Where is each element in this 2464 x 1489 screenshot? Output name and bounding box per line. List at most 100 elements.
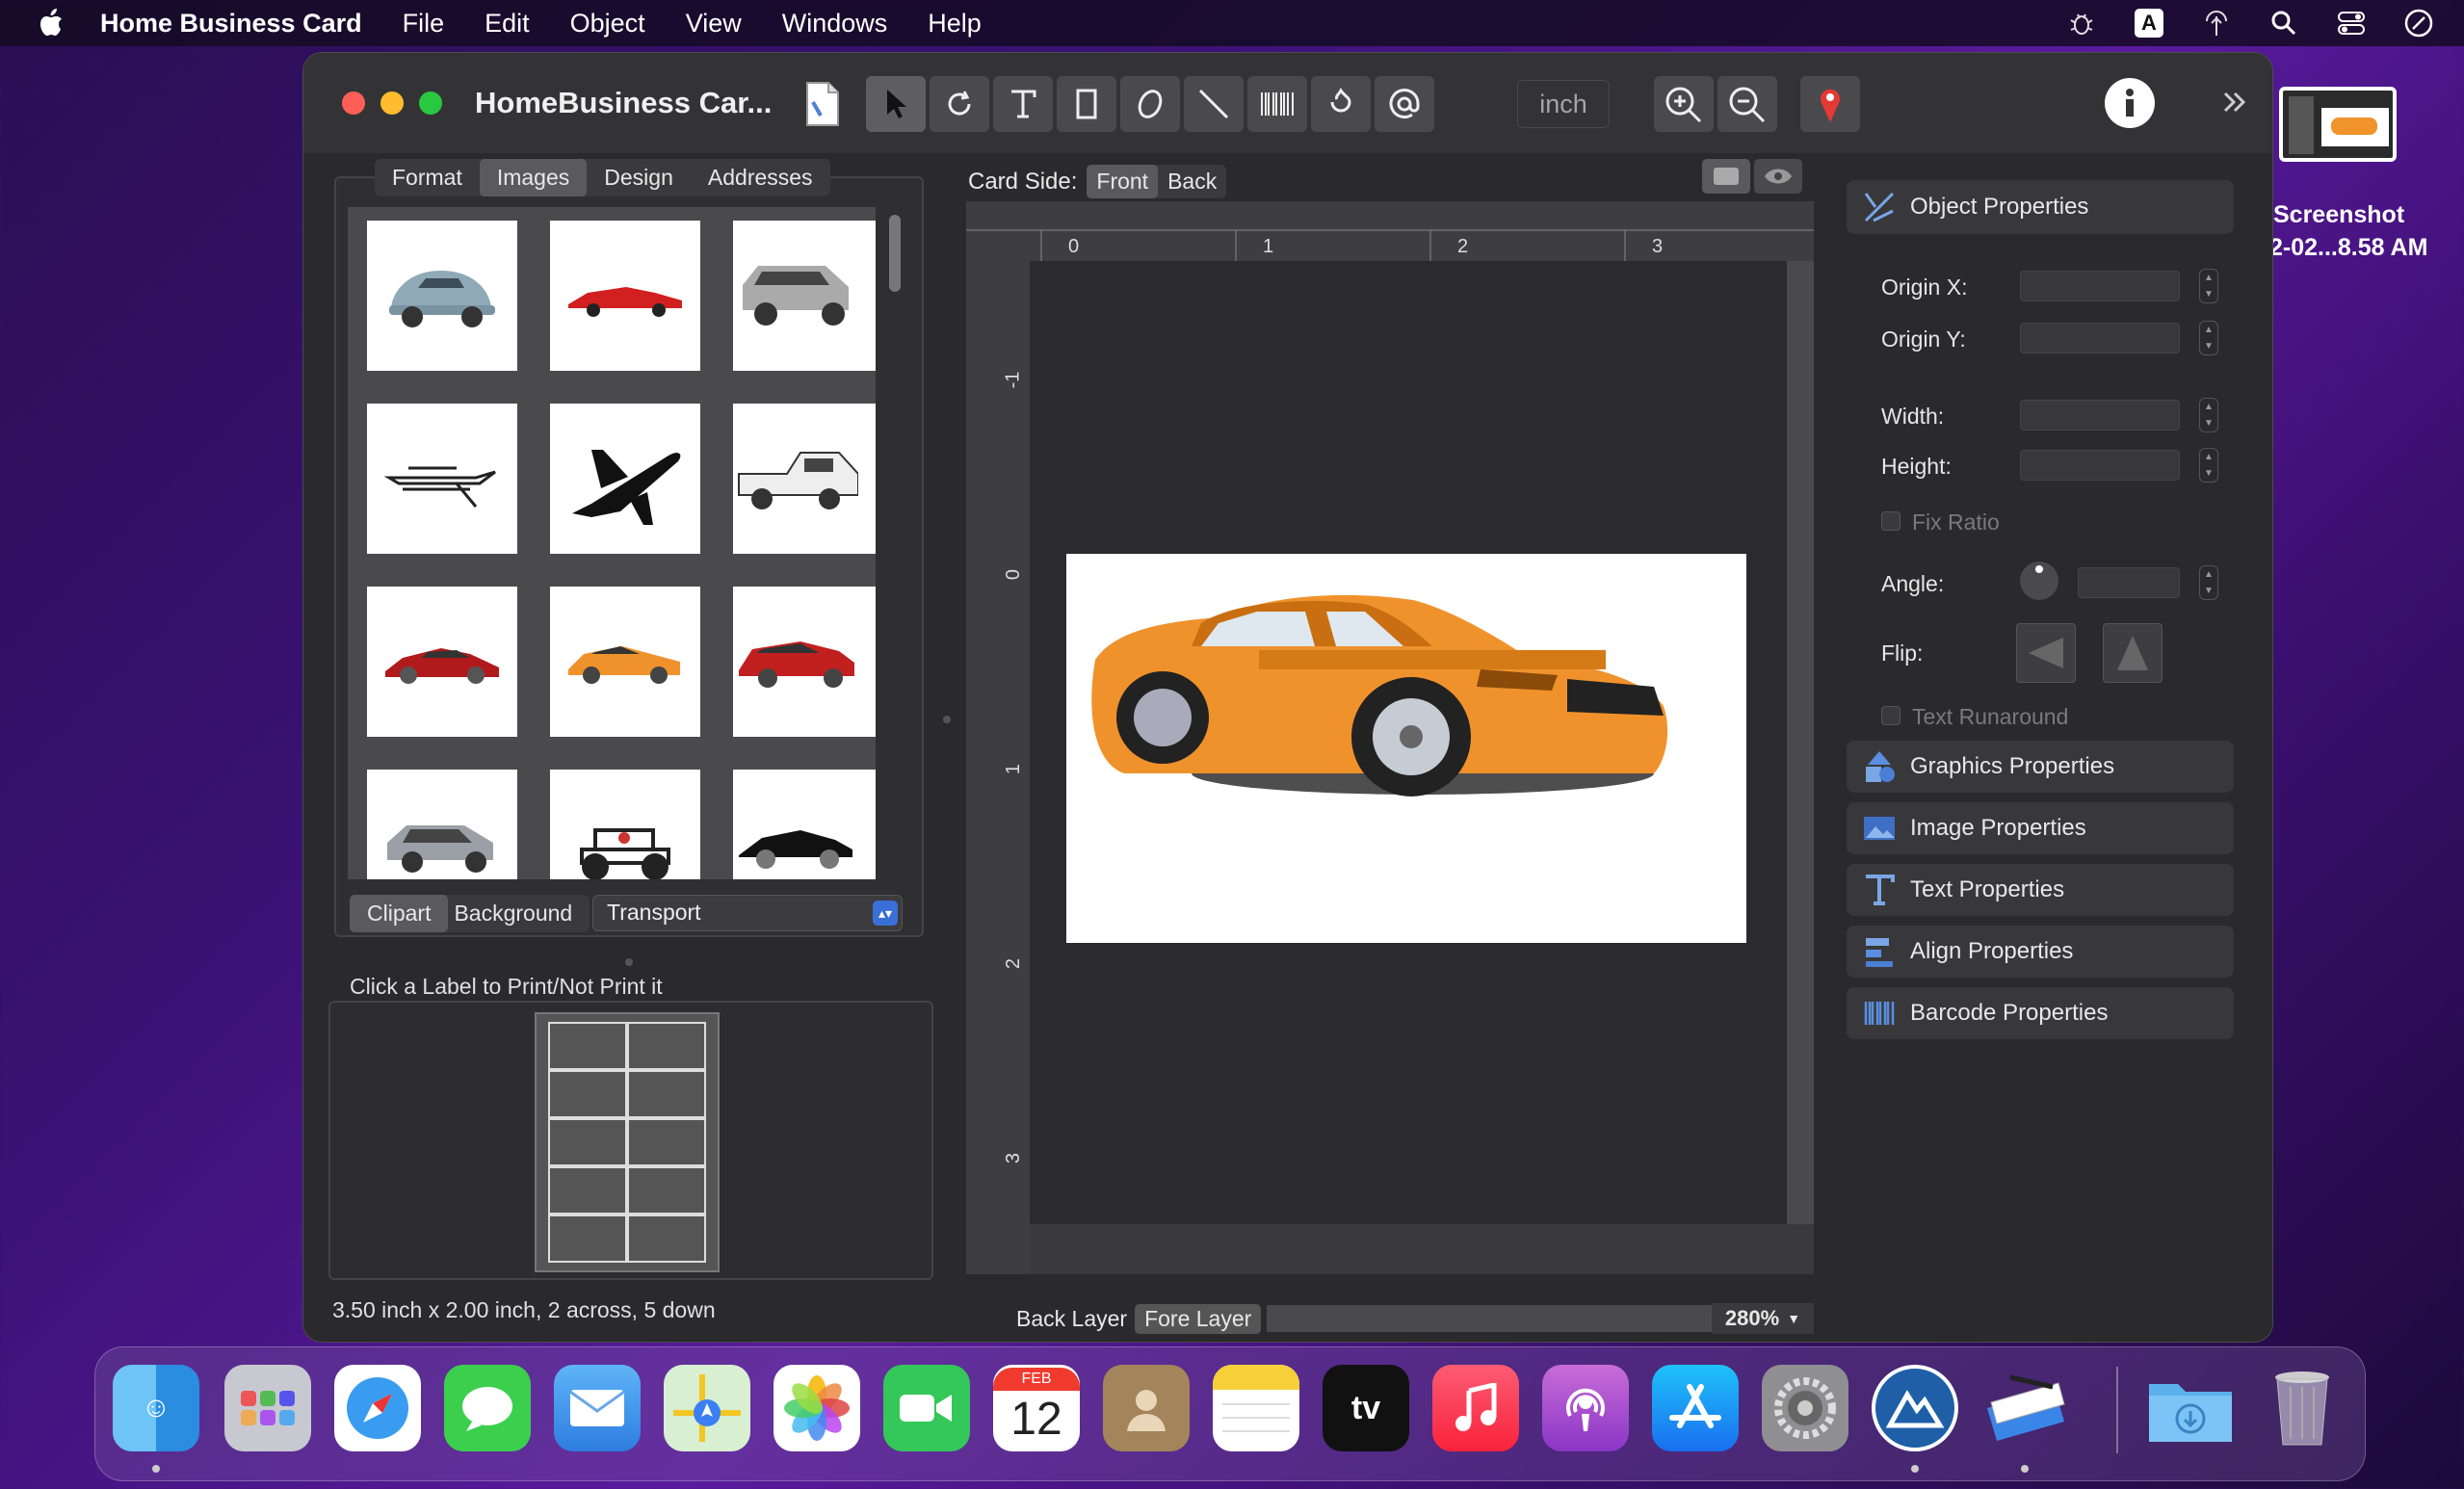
tab-fore-layer[interactable]: Fore Layer (1135, 1303, 1262, 1334)
zoom-out-button[interactable] (1717, 76, 1777, 132)
menu-file[interactable]: File (403, 9, 445, 39)
thumbnail-red-ferrari[interactable] (367, 587, 517, 737)
panel-splitter-handle[interactable] (625, 958, 633, 966)
fill-tool[interactable] (1311, 76, 1371, 132)
safari-icon[interactable] (334, 1365, 421, 1451)
thumbnail-silver-bmw-suv[interactable] (367, 770, 517, 879)
notes-icon[interactable] (1213, 1365, 1299, 1451)
music-icon[interactable] (1432, 1365, 1519, 1451)
facetime-icon[interactable] (883, 1365, 970, 1451)
calendar-icon[interactable]: FEB 12 (993, 1365, 1080, 1451)
angle-dial[interactable] (2020, 562, 2058, 600)
tab-clipart[interactable]: Clipart (350, 895, 449, 932)
origin-x-stepper[interactable]: ▲ ▼ (2199, 269, 2218, 303)
rotate-tool[interactable] (930, 76, 989, 132)
origin-y-stepper[interactable]: ▲ ▼ (2199, 321, 2218, 355)
flip-horizontal-button[interactable] (2016, 623, 2076, 683)
label-cell[interactable] (627, 1118, 706, 1166)
desktop-screenshot-thumbnail[interactable] (2279, 87, 2397, 162)
orange-mustang-image[interactable] (1066, 554, 1746, 943)
clipart-scrollbar[interactable] (889, 215, 901, 292)
height-stepper[interactable]: ▲ ▼ (2199, 448, 2218, 483)
new-document-button[interactable] (793, 76, 852, 132)
label-cell[interactable] (548, 1118, 627, 1166)
keyboard-input-icon[interactable]: A (2133, 7, 2165, 39)
zoom-select[interactable]: 280% ▼ (1712, 1303, 1814, 1334)
downloads-folder-icon[interactable] (2147, 1365, 2234, 1451)
system-preferences-icon[interactable] (1762, 1365, 1848, 1451)
altair-icon[interactable] (1872, 1365, 1958, 1451)
image-properties-header[interactable]: Image Properties (1847, 802, 2234, 854)
zoom-button[interactable] (419, 91, 442, 115)
minimize-button[interactable] (380, 91, 404, 115)
business-card[interactable] (1066, 554, 1746, 943)
label-cell[interactable] (548, 1166, 627, 1215)
canvas-splitter-handle[interactable] (943, 716, 951, 723)
thumbnail-black-porsche[interactable] (733, 770, 876, 879)
flip-vertical-button[interactable] (2103, 623, 2163, 683)
tab-back-layer[interactable]: Back Layer (1009, 1304, 1135, 1334)
angle-field[interactable] (2078, 567, 2180, 598)
select-tool[interactable] (866, 76, 926, 132)
menu-windows[interactable]: Windows (782, 9, 888, 39)
label-cell[interactable] (548, 1070, 627, 1118)
height-field[interactable] (2020, 450, 2180, 481)
menu-help[interactable]: Help (928, 9, 982, 39)
fix-ratio-checkbox[interactable] (1881, 511, 1900, 531)
apple-tv-icon[interactable]: tv (1323, 1365, 1409, 1451)
thumbnail-silver-suv[interactable] (733, 221, 876, 371)
label-cell[interactable] (627, 1215, 706, 1263)
canvas-horizontal-scrollbar[interactable] (1267, 1305, 1712, 1332)
menu-view[interactable]: View (686, 9, 742, 39)
thumbnail-orange-mustang[interactable] (550, 587, 700, 737)
zoom-in-button[interactable] (1654, 76, 1714, 132)
canvas-vertical-scrollbar[interactable] (1787, 261, 1814, 1224)
thumbnail-vw-beetle[interactable] (367, 221, 517, 371)
podcasts-icon[interactable] (1542, 1365, 1629, 1451)
design-canvas[interactable] (1030, 261, 1787, 1224)
pin-button[interactable] (1800, 76, 1860, 132)
menu-edit[interactable]: Edit (485, 9, 530, 39)
barcode-properties-header[interactable]: Barcode Properties (1847, 987, 2234, 1039)
unit-display[interactable]: inch (1517, 80, 1610, 128)
tab-design[interactable]: Design (587, 159, 691, 196)
width-field[interactable] (2020, 400, 2180, 431)
thumbnail-speedboat[interactable] (367, 404, 517, 554)
menu-app-name[interactable]: Home Business Card (100, 9, 362, 39)
card-view-button[interactable] (1702, 159, 1750, 194)
photos-icon[interactable] (773, 1365, 860, 1451)
mail-icon[interactable] (554, 1365, 641, 1451)
align-properties-header[interactable]: Align Properties (1847, 926, 2234, 978)
origin-x-field[interactable] (2020, 271, 2180, 301)
maps-icon[interactable] (664, 1365, 750, 1451)
trash-icon[interactable] (2259, 1365, 2346, 1451)
object-properties-header[interactable]: Object Properties (1847, 180, 2234, 234)
label-cell[interactable] (548, 1022, 627, 1070)
thumbnail-red-sports-car[interactable] (550, 221, 700, 371)
info-button[interactable] (2105, 78, 2155, 128)
siri-icon[interactable] (2402, 7, 2435, 39)
text-runaround-checkbox[interactable] (1881, 706, 1900, 725)
rectangle-tool[interactable] (1057, 76, 1116, 132)
airdrop-icon[interactable] (2200, 7, 2233, 39)
graphics-properties-header[interactable]: Graphics Properties (1847, 741, 2234, 793)
tab-addresses[interactable]: Addresses (691, 159, 830, 196)
thumbnail-airplane[interactable] (550, 404, 700, 554)
messages-icon[interactable] (444, 1365, 531, 1451)
tab-front[interactable]: Front (1087, 165, 1159, 198)
label-cell[interactable] (627, 1070, 706, 1118)
thumbnail-jeep[interactable] (550, 770, 700, 879)
label-cell[interactable] (548, 1215, 627, 1263)
line-tool[interactable] (1184, 76, 1244, 132)
thumbnail-red-muscle-car[interactable] (733, 587, 876, 737)
close-button[interactable] (342, 91, 365, 115)
text-properties-header[interactable]: Text Properties (1847, 864, 2234, 916)
tab-back[interactable]: Back (1158, 165, 1226, 198)
bug-icon[interactable] (2065, 7, 2098, 39)
width-stepper[interactable]: ▲ ▼ (2199, 398, 2218, 432)
control-center-icon[interactable] (2335, 7, 2368, 39)
launchpad-icon[interactable] (224, 1365, 311, 1451)
finder-icon[interactable]: ☺ (113, 1365, 199, 1451)
email-tool[interactable] (1375, 76, 1434, 132)
angle-stepper[interactable]: ▲ ▼ (2199, 565, 2218, 600)
